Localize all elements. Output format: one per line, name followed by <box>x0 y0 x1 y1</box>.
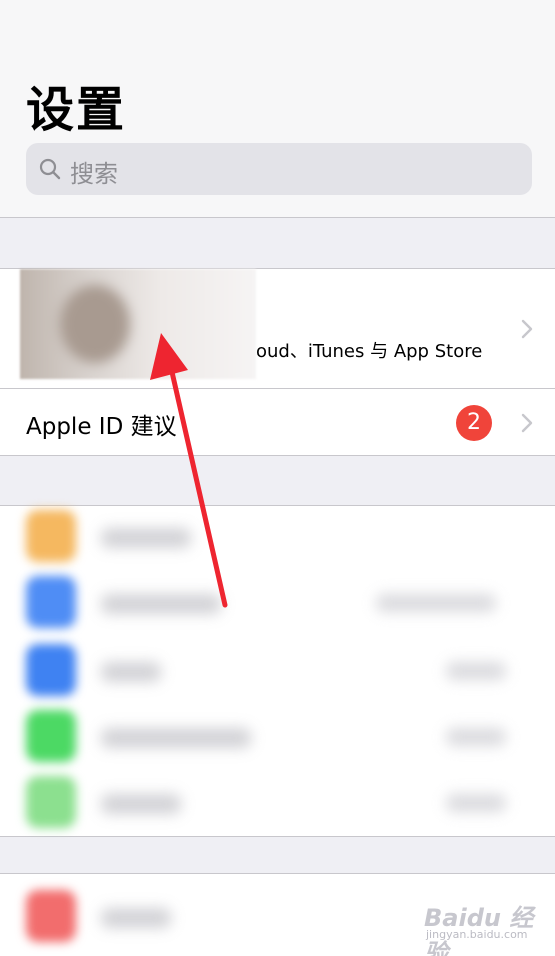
red-arrow-annotation <box>150 333 228 608</box>
settings-screen: 设置 搜索 oud、iTunes 与 App Store Apple ID 建议… <box>0 0 555 956</box>
